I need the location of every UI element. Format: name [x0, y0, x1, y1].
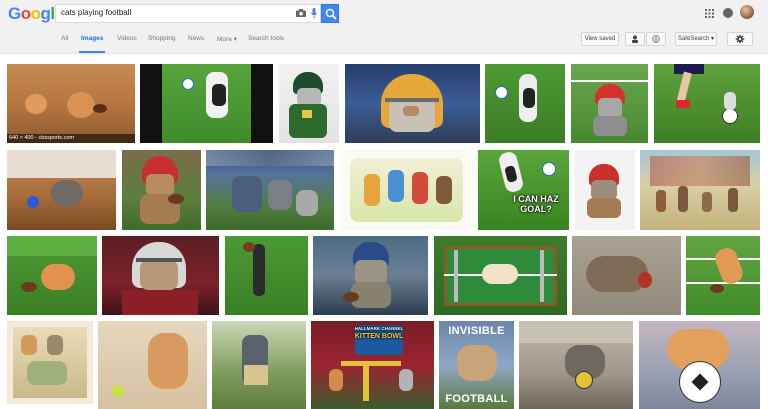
tab-shopping[interactable]: Shopping	[148, 35, 175, 42]
image-result[interactable]	[640, 150, 760, 230]
image-result[interactable]: I CAN HAZ GOAL?	[478, 150, 569, 230]
search-icon	[325, 8, 337, 20]
image-result[interactable]: INVISIBLE FOOTBALL	[439, 321, 514, 409]
microphone-icon[interactable]	[311, 8, 317, 19]
meme-caption: I CAN HAZ GOAL?	[513, 194, 559, 214]
image-result[interactable]	[686, 236, 760, 315]
image-result[interactable]	[7, 150, 116, 230]
gear-icon	[735, 34, 745, 44]
image-result[interactable]	[345, 64, 480, 143]
settings-button[interactable]	[727, 32, 753, 46]
tab-search-tools[interactable]: Search tools	[248, 35, 284, 42]
logo-letter-g2: g	[40, 4, 51, 23]
image-result[interactable]	[98, 321, 207, 409]
image-caption: 640 × 400 - cbssports.com	[7, 134, 135, 143]
image-result[interactable]	[7, 321, 93, 404]
image-result[interactable]	[206, 150, 334, 230]
search-tabs-bar: All Images Videos Shopping News More ▾ S…	[0, 26, 768, 54]
image-result[interactable]	[122, 150, 201, 230]
invisible-title: INVISIBLE	[448, 325, 505, 337]
globe-icon	[652, 35, 660, 43]
view-saved-button[interactable]: View saved	[581, 32, 619, 46]
person-icon	[632, 35, 638, 43]
image-result[interactable]	[225, 236, 308, 315]
image-result[interactable]	[572, 236, 681, 315]
image-result[interactable]	[575, 150, 635, 230]
notifications-icon[interactable]	[723, 8, 733, 18]
logo-letter-g: G	[8, 4, 21, 23]
tab-news[interactable]: News	[188, 35, 204, 42]
kitten-bowl-title: KITTEN BOWL	[354, 333, 404, 340]
image-result[interactable]	[519, 321, 633, 409]
image-result[interactable]: 640 × 400 - cbssports.com	[7, 64, 135, 143]
image-result[interactable]	[7, 236, 97, 315]
tab-more[interactable]: More ▾	[217, 35, 237, 43]
image-result[interactable]	[102, 236, 219, 315]
image-result[interactable]	[340, 150, 473, 230]
safesearch-dropdown[interactable]: SafeSearch ▾	[675, 32, 717, 46]
camera-icon[interactable]	[296, 9, 306, 17]
football-title: FOOTBALL	[445, 393, 508, 405]
image-result[interactable]	[140, 64, 273, 143]
top-bar: Google cats playing football	[0, 0, 768, 26]
image-results-grid: 640 × 400 - cbssports.com I CAN HAZ GOAL…	[0, 55, 768, 409]
search-button[interactable]	[321, 4, 339, 23]
image-result[interactable]	[654, 64, 760, 143]
tab-images[interactable]: Images	[81, 35, 103, 42]
image-result[interactable]: HALLMARK CHANNEL KITTEN BOWL	[311, 321, 434, 409]
tab-videos[interactable]: Videos	[117, 35, 137, 42]
image-result[interactable]	[571, 64, 648, 143]
image-result[interactable]	[313, 236, 428, 315]
search-box[interactable]: cats playing football	[55, 4, 321, 23]
image-result[interactable]	[434, 236, 567, 315]
image-result[interactable]	[279, 64, 339, 143]
hallmark-label: HALLMARK CHANNEL	[354, 326, 404, 331]
apps-grid-icon[interactable]	[705, 9, 714, 18]
active-tab-indicator	[79, 51, 105, 53]
image-result[interactable]	[212, 321, 306, 409]
tab-all[interactable]: All	[61, 35, 68, 42]
image-result[interactable]	[639, 321, 760, 409]
logo-letter-o2: o	[30, 4, 41, 23]
logo-letter-o1: o	[20, 4, 31, 23]
image-result[interactable]	[485, 64, 565, 143]
avatar[interactable]	[740, 5, 754, 19]
search-input[interactable]: cats playing football	[61, 8, 131, 17]
person-filter-button[interactable]	[625, 32, 645, 46]
web-filter-button[interactable]	[646, 32, 666, 46]
